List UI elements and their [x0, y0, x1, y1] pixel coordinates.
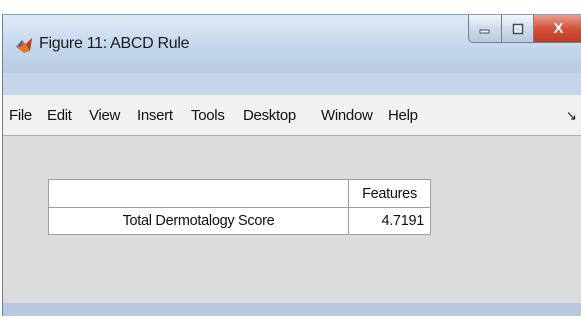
menu-bar: File Edit View Insert Tools Desktop Wind…: [3, 95, 581, 135]
matlab-icon: [16, 38, 32, 53]
menu-file[interactable]: File: [9, 107, 32, 124]
minimize-button[interactable]: [468, 15, 502, 43]
figure-canvas: Features Total Dermotalogy Score 4.7191: [3, 135, 581, 304]
title-bar[interactable]: Figure 11: ABCD Rule X: [3, 15, 581, 73]
dock-arrow-icon[interactable]: ↘: [566, 108, 577, 124]
menu-tools[interactable]: Tools: [191, 107, 225, 124]
close-button[interactable]: X: [534, 15, 581, 43]
cell-total-score-value[interactable]: 4.7191: [348, 207, 431, 235]
figure-window: Figure 11: ABCD Rule X File Edit View In…: [2, 14, 581, 316]
menu-view[interactable]: View: [89, 107, 120, 124]
table-row: Total Dermotalogy Score 4.7191: [48, 207, 431, 235]
table-header-row: Features: [48, 179, 431, 208]
menu-edit[interactable]: Edit: [47, 107, 72, 124]
window-title: Figure 11: ABCD Rule: [39, 35, 190, 52]
toolbar-gap: [3, 73, 581, 95]
window-bottom-border: [3, 303, 581, 316]
corner-cell: [48, 179, 349, 208]
minimize-icon: [479, 29, 490, 33]
maximize-button[interactable]: [502, 15, 534, 43]
row-header-total-score: Total Dermotalogy Score: [48, 207, 349, 235]
column-header-features: Features: [348, 179, 431, 208]
menu-help[interactable]: Help: [388, 107, 418, 124]
menu-insert[interactable]: Insert: [137, 107, 173, 124]
close-icon: X: [553, 20, 564, 37]
maximize-icon: [512, 23, 523, 34]
menu-window[interactable]: Window: [321, 107, 373, 124]
results-table: Features Total Dermotalogy Score 4.7191: [48, 179, 431, 235]
menu-desktop[interactable]: Desktop: [243, 107, 296, 124]
